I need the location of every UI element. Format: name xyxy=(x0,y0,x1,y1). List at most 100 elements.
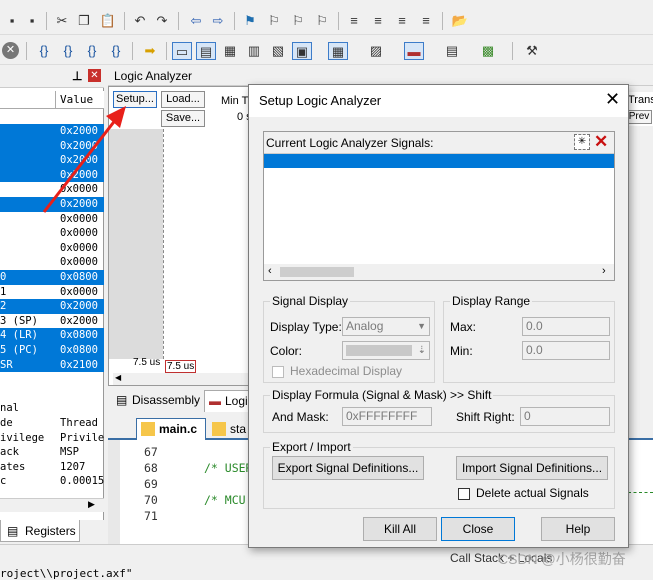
undo-icon[interactable]: ↶ xyxy=(130,12,150,30)
nav-back-icon[interactable]: ⇦ xyxy=(186,12,206,30)
display-type-select[interactable]: Analog ▼ xyxy=(342,317,430,336)
register-row[interactable]: 3 (SP) 0x2000 xyxy=(0,314,104,329)
import-signal-definitions-button[interactable]: Import Signal Definitions... xyxy=(456,456,608,480)
scroll-left-icon[interactable]: ◀ xyxy=(115,373,121,382)
prev-button[interactable]: Prev xyxy=(626,110,652,124)
delete-signal-icon[interactable]: ✕ xyxy=(594,132,608,152)
shift-right-input[interactable]: 0 xyxy=(520,407,610,426)
export-signal-definitions-button[interactable]: Export Signal Definitions... xyxy=(272,456,424,480)
load-button[interactable]: Load... xyxy=(161,91,205,108)
register-row[interactable] xyxy=(0,387,104,402)
nav-forward-icon[interactable]: ⇨ xyxy=(208,12,228,30)
tab-logic-analyzer[interactable]: ▬ Logic xyxy=(204,390,254,412)
serial-window-icon[interactable]: ▨ xyxy=(366,42,386,60)
command-window-icon[interactable]: ▭ xyxy=(172,42,192,60)
stop-debug-icon[interactable]: ✕ xyxy=(2,42,19,59)
waveform-area[interactable] xyxy=(163,129,253,359)
and-mask-input[interactable]: 0xFFFFFFFF xyxy=(342,407,432,426)
find-in-files-icon[interactable]: 📂 xyxy=(450,12,470,30)
setup-logic-analyzer-dialog: Setup Logic Analyzer ✕ Current Logic Ana… xyxy=(248,84,629,548)
register-name: ates xyxy=(0,460,26,473)
call-stack-icon[interactable]: ▧ xyxy=(268,42,288,60)
register-row[interactable]: 0x0000 xyxy=(0,226,104,241)
register-row[interactable]: 0x0000 xyxy=(0,241,104,256)
waveform-scrollbar[interactable]: ◀ xyxy=(113,373,253,385)
max-input[interactable]: 0.0 xyxy=(522,317,610,336)
tab-main-c[interactable]: main.c xyxy=(136,418,206,440)
close-icon[interactable]: ✕ xyxy=(88,69,101,82)
run-to-cursor-icon[interactable]: {} xyxy=(106,42,126,60)
signals-listbox[interactable]: Current Logic Analyzer Signals: ✳ ✕ ‹ › xyxy=(263,131,615,281)
trace-window-icon[interactable]: ▤ xyxy=(442,42,462,60)
memory-window-icon[interactable]: ▦ xyxy=(328,42,348,60)
paste-icon[interactable]: 📋 xyxy=(98,12,118,30)
new-signal-icon[interactable]: ✳ xyxy=(574,134,590,150)
tab-registers[interactable]: ▤ Registers xyxy=(0,520,80,542)
redo-icon[interactable]: ↷ xyxy=(152,12,172,30)
tab-disassembly[interactable]: ▤ Disassembly xyxy=(112,390,204,410)
pin-icon[interactable]: ⊥ xyxy=(72,69,82,83)
tab-main-c-label: main.c xyxy=(159,422,198,436)
register-row[interactable]: ates 1207 xyxy=(0,460,104,475)
indent-icon[interactable]: ≡ xyxy=(344,12,364,30)
save-button[interactable]: Save... xyxy=(161,110,205,127)
scroll-left-icon[interactable]: ‹ xyxy=(268,265,272,277)
tab-disassembly-label: Disassembly xyxy=(132,393,201,407)
register-row[interactable]: 0x0000 xyxy=(0,255,104,270)
tools-icon[interactable]: ⚒ xyxy=(522,42,542,60)
help-button[interactable]: Help xyxy=(541,517,615,541)
step-icon[interactable]: {} xyxy=(34,42,54,60)
register-row[interactable]: SR 0x2100 xyxy=(0,357,104,373)
system-viewer-icon[interactable]: ▩ xyxy=(478,42,498,60)
display-formula-group: Display Formula (Signal & Mask) >> Shift… xyxy=(263,388,615,433)
bookmark-clear-icon[interactable]: ⚐ xyxy=(312,12,332,30)
uncomment-icon[interactable]: ≡ xyxy=(416,12,436,30)
comment-icon[interactable]: ≡ xyxy=(392,12,412,30)
unindent-icon[interactable]: ≡ xyxy=(368,12,388,30)
disassembly-window-icon[interactable]: ▤ xyxy=(196,42,216,60)
register-name: ivilege xyxy=(0,431,45,444)
bookmark-next-icon[interactable]: ⚐ xyxy=(288,12,308,30)
tab-startup[interactable]: sta xyxy=(208,420,252,440)
delete-actual-signals-checkbox[interactable] xyxy=(458,488,470,500)
register-row[interactable]: ack MSP xyxy=(0,445,104,460)
step-out-icon[interactable]: {} xyxy=(82,42,102,60)
annotation-arrow xyxy=(42,106,126,213)
save-all-icon[interactable]: ▪ xyxy=(22,12,42,30)
hexadecimal-display-checkbox[interactable] xyxy=(272,366,284,378)
registers-window-icon[interactable]: ▥ xyxy=(244,42,264,60)
dialog-close-icon[interactable]: ✕ xyxy=(605,89,620,110)
scroll-right-icon[interactable]: ▶ xyxy=(88,499,95,510)
min-input[interactable]: 0.0 xyxy=(522,341,610,360)
register-row[interactable]: 0 0x0800 xyxy=(0,270,104,285)
save-icon[interactable]: ▪ xyxy=(2,12,22,30)
register-row[interactable]: 2 0x2000 xyxy=(0,299,104,314)
cut-icon[interactable]: ✂ xyxy=(52,12,72,30)
bookmark-prev-icon[interactable]: ⚐ xyxy=(264,12,284,30)
close-button[interactable]: Close xyxy=(441,517,515,541)
register-row[interactable]: nal xyxy=(0,401,104,416)
register-row[interactable]: 5 (PC) 0x0800 xyxy=(0,343,104,358)
selected-signal-row[interactable] xyxy=(264,154,614,168)
register-row[interactable]: ivilege Privile xyxy=(0,431,104,446)
copy-icon[interactable]: ❐ xyxy=(74,12,94,30)
analysis-window-icon[interactable]: ▬ xyxy=(404,42,424,60)
bookmark-icon[interactable]: ⚑ xyxy=(240,12,260,30)
and-mask-label: And Mask: xyxy=(272,410,329,424)
register-name: 1 xyxy=(0,285,7,298)
watch-window-icon[interactable]: ▣ xyxy=(292,42,312,60)
signals-hscrollbar[interactable]: ‹ › xyxy=(264,264,614,280)
kill-all-button[interactable]: Kill All xyxy=(363,517,437,541)
register-row[interactable]: 1 0x0000 xyxy=(0,285,104,300)
registers-scrollbar[interactable]: ▶ xyxy=(0,498,104,512)
scroll-thumb[interactable] xyxy=(280,267,354,277)
register-row[interactable]: c 0.00015 xyxy=(0,474,104,489)
symbols-window-icon[interactable]: ▦ xyxy=(220,42,240,60)
step-over-icon[interactable]: {} xyxy=(58,42,78,60)
register-row[interactable]: de Thread xyxy=(0,416,104,431)
color-picker[interactable]: ⇣ xyxy=(342,341,430,360)
scroll-right-icon[interactable]: › xyxy=(602,265,606,277)
register-row[interactable] xyxy=(0,372,104,387)
register-row[interactable]: 4 (LR) 0x0800 xyxy=(0,328,104,343)
show-next-statement-icon[interactable]: ➡ xyxy=(140,42,160,60)
